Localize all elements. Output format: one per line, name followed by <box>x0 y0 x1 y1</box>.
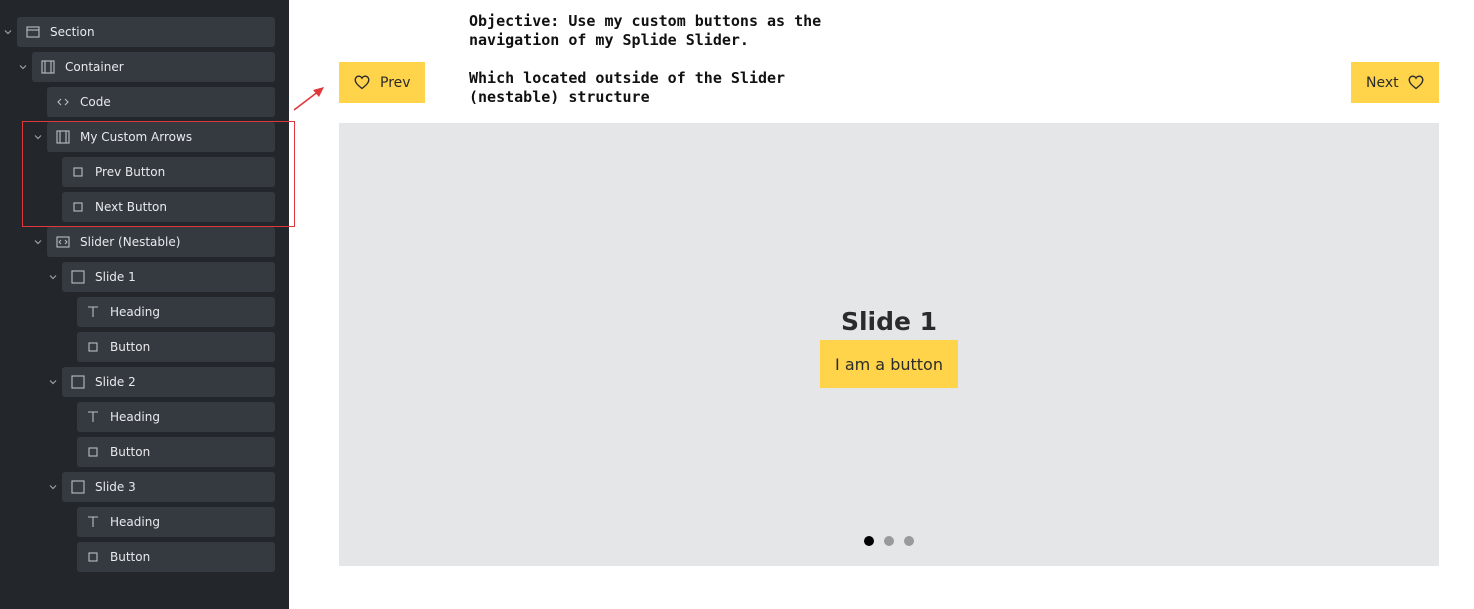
tree-item-label: Code <box>80 95 111 109</box>
collapse-caret-section[interactable] <box>2 26 14 38</box>
splide-slider[interactable]: Slide 1 I am a button <box>339 123 1439 566</box>
tree-item-label: Slide 2 <box>95 375 136 389</box>
collapse-caret-slide-2[interactable] <box>47 376 59 388</box>
tree-item-label: Next Button <box>95 200 167 214</box>
tree-item-label: Slider (Nestable) <box>80 235 181 249</box>
block-icon <box>71 375 85 389</box>
tree-item-button[interactable]: Button <box>77 332 275 362</box>
collapse-caret-my-custom-arrows[interactable] <box>32 131 44 143</box>
prev-button[interactable]: Prev <box>339 62 425 103</box>
slide-button[interactable]: I am a button <box>820 340 958 388</box>
div-icon <box>71 165 85 179</box>
tree-item-heading[interactable]: Heading <box>77 297 275 327</box>
collapse-caret-slide-3[interactable] <box>47 481 59 493</box>
tree-item-label: Heading <box>110 410 160 424</box>
container-icon <box>56 130 70 144</box>
tree-item-slide-1[interactable]: Slide 1 <box>62 262 275 292</box>
tree-item-label: Button <box>110 550 151 564</box>
slide-heading: Slide 1 <box>840 307 938 336</box>
pagination-dot-1[interactable] <box>864 536 874 546</box>
heart-icon <box>354 75 370 90</box>
tree-item-section[interactable]: Section <box>17 17 275 47</box>
tree-item-label: Container <box>65 60 124 74</box>
tree-item-slider-nestable[interactable]: Slider (Nestable) <box>47 227 275 257</box>
div-icon <box>71 200 85 214</box>
collapse-caret-slider[interactable] <box>32 236 44 248</box>
collapse-caret-slide-1[interactable] <box>47 271 59 283</box>
tree-item-heading[interactable]: Heading <box>77 402 275 432</box>
tree-item-slide-3[interactable]: Slide 3 <box>62 472 275 502</box>
container-icon <box>41 60 55 74</box>
collapse-caret-container[interactable] <box>17 61 29 73</box>
prev-button-label: Prev <box>380 74 411 91</box>
tree-item-code[interactable]: Code <box>47 87 275 117</box>
heading-icon <box>86 410 100 424</box>
heart-icon <box>1408 75 1424 90</box>
heading-icon <box>86 305 100 319</box>
location-note: Which located outside of the Slider (nes… <box>469 69 786 106</box>
tree-item-heading[interactable]: Heading <box>77 507 275 537</box>
tree-item-button[interactable]: Button <box>77 542 275 572</box>
tree-item-label: Section <box>50 25 95 39</box>
slider-icon <box>56 235 70 249</box>
heading-icon <box>86 515 100 529</box>
block-icon <box>71 480 85 494</box>
pagination-dot-3[interactable] <box>904 536 914 546</box>
structure-panel: Section Container Code My Custom Arrows … <box>0 0 289 609</box>
code-icon <box>56 95 70 109</box>
button-icon <box>86 550 100 564</box>
next-button[interactable]: Next <box>1351 62 1439 103</box>
tree-item-label: Heading <box>110 305 160 319</box>
tree-item-label: Slide 1 <box>95 270 136 284</box>
section-icon <box>26 25 40 39</box>
tree-item-prev-button[interactable]: Prev Button <box>62 157 275 187</box>
annotation-arrow-icon <box>293 87 324 111</box>
tree-item-button[interactable]: Button <box>77 437 275 467</box>
tree-item-label: My Custom Arrows <box>80 130 193 144</box>
tree-item-label: Button <box>110 445 151 459</box>
block-icon <box>71 270 85 284</box>
tree-item-label: Button <box>110 340 151 354</box>
tree-item-label: Heading <box>110 515 160 529</box>
objective-note: Objective: Use my custom buttons as the … <box>469 12 822 49</box>
button-icon <box>86 340 100 354</box>
button-icon <box>86 445 100 459</box>
tree-item-next-button[interactable]: Next Button <box>62 192 275 222</box>
tree-item-slide-2[interactable]: Slide 2 <box>62 367 275 397</box>
next-button-label: Next <box>1366 74 1399 91</box>
pagination-dot-2[interactable] <box>884 536 894 546</box>
tree-item-container[interactable]: Container <box>32 52 275 82</box>
tree-item-label: Prev Button <box>95 165 166 179</box>
tree-item-label: Slide 3 <box>95 480 136 494</box>
tree-item-my-custom-arrows[interactable]: My Custom Arrows <box>47 122 275 152</box>
